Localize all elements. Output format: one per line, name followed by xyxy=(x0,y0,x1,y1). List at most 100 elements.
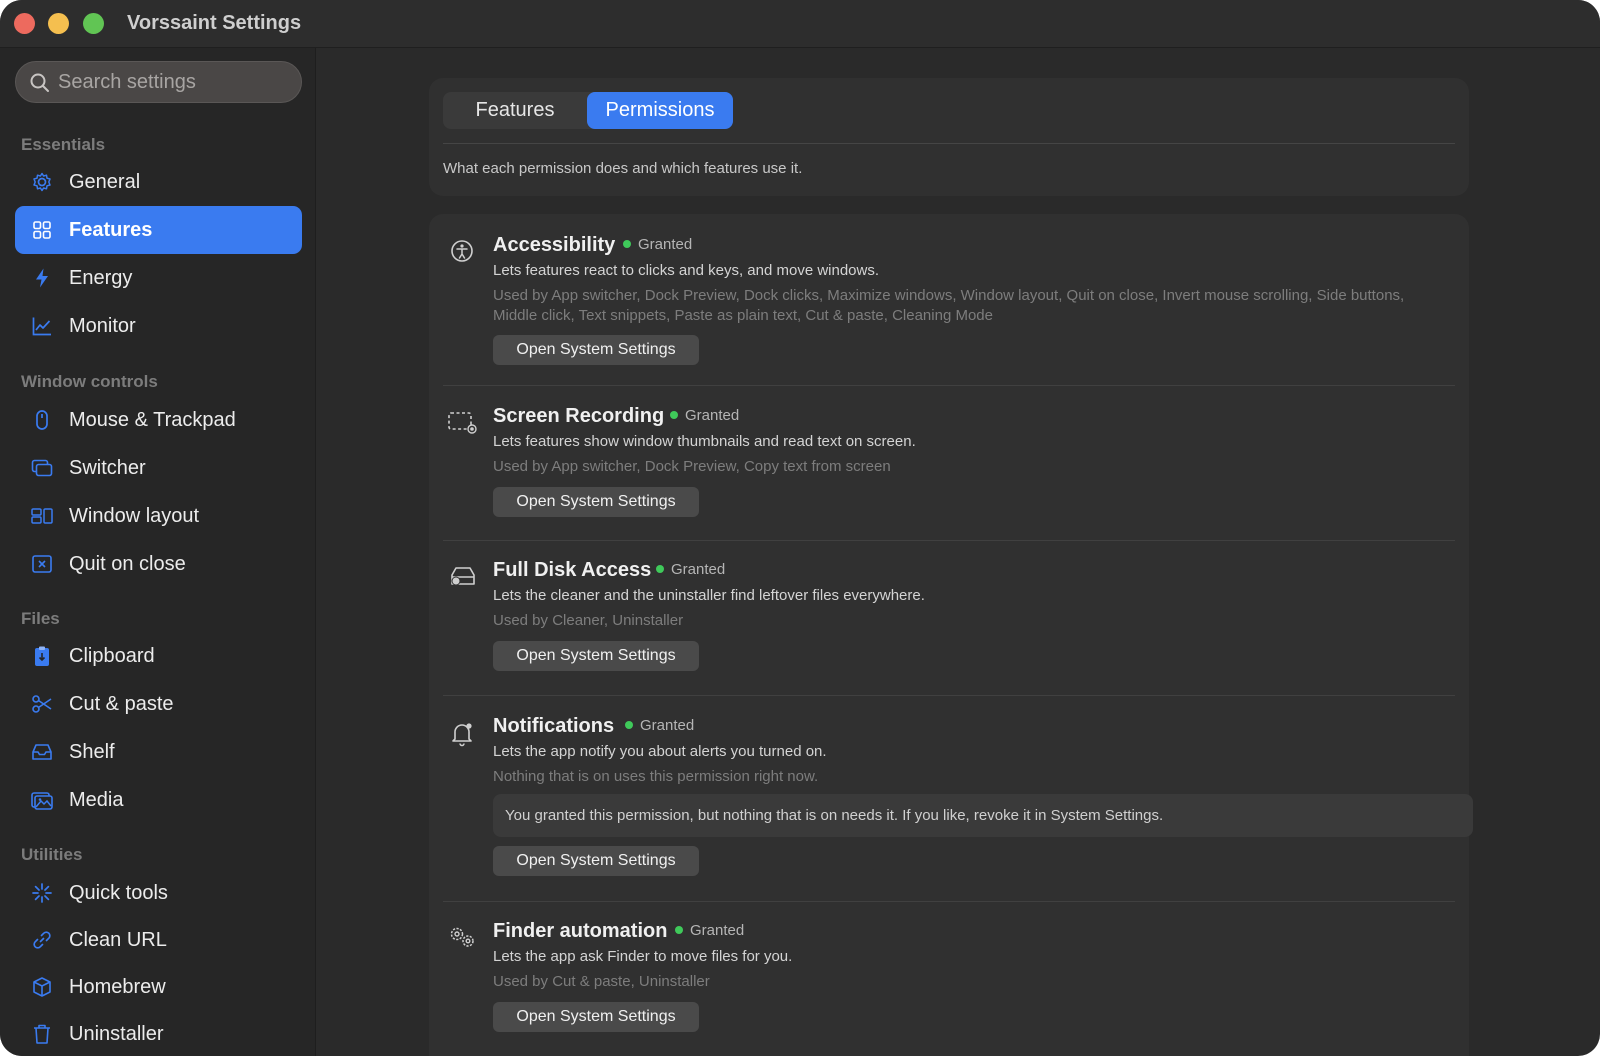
status-label: Granted xyxy=(638,236,693,253)
sidebar-item-window-layout[interactable]: Window layout xyxy=(15,492,302,540)
sidebar-item-label: Features xyxy=(69,219,153,241)
permission-description: Lets the app ask Finder to move files fo… xyxy=(493,948,793,965)
search-field[interactable] xyxy=(15,61,302,103)
window-title: Vorssaint Settings xyxy=(127,12,302,34)
sidebar-item-clipboard[interactable]: Clipboard xyxy=(15,632,302,680)
permission-description: Lets features react to clicks and keys, … xyxy=(493,262,880,279)
open-system-settings-button[interactable]: Open System Settings xyxy=(493,641,699,671)
sidebar-item-label: Clean URL xyxy=(69,929,167,951)
permission-title: Notifications xyxy=(493,715,615,737)
minimize-window-button[interactable] xyxy=(48,13,69,34)
sidebar-item-cut-paste[interactable]: Cut & paste xyxy=(15,680,302,728)
permission-description: Lets features show window thumbnails and… xyxy=(493,433,916,450)
sidebar-item-monitor[interactable]: Monitor xyxy=(15,302,302,350)
status-badge: Granted xyxy=(670,407,739,424)
gear-icon xyxy=(33,172,51,192)
search-input[interactable] xyxy=(58,62,294,102)
sidebar-item-mouse-trackpad[interactable]: Mouse & Trackpad xyxy=(15,396,302,444)
sidebar-item-homebrew[interactable]: Homebrew xyxy=(15,963,302,1011)
scissors-icon xyxy=(32,695,52,713)
section-label-utilities: Utilities xyxy=(21,845,83,864)
permission-used-by: Used by App switcher, Dock Preview, Copy… xyxy=(493,458,891,475)
status-badge: Granted xyxy=(656,561,725,578)
sidebar-item-media[interactable]: Media xyxy=(15,776,302,824)
status-label: Granted xyxy=(671,561,726,578)
sidebar-item-label: Window layout xyxy=(69,505,200,527)
sidebar-item-uninstaller[interactable]: Uninstaller xyxy=(15,1010,302,1056)
permission-title: Accessibility xyxy=(493,234,616,256)
bolt-icon xyxy=(36,268,48,288)
section-label-files: Files xyxy=(21,609,60,628)
zoom-window-button[interactable] xyxy=(83,13,104,34)
clipboard-icon xyxy=(35,646,49,666)
tab-permissions[interactable]: Permissions xyxy=(587,92,733,129)
sidebar-item-label: Cut & paste xyxy=(69,693,174,715)
status-label: Granted xyxy=(685,407,740,424)
sidebar-item-label: Switcher xyxy=(69,457,146,479)
chart-icon xyxy=(32,317,51,336)
disk-icon xyxy=(451,567,475,586)
close-window-button[interactable] xyxy=(14,13,35,34)
trash-icon xyxy=(34,1024,50,1044)
sidebar-item-quit-on-close[interactable]: Quit on close xyxy=(15,540,302,588)
permission-screen-recording: Screen Recording Granted Lets features s… xyxy=(443,386,1455,538)
sidebar-item-label: Quick tools xyxy=(69,882,168,904)
layout-icon xyxy=(31,508,53,524)
sidebar-item-energy[interactable]: Energy xyxy=(15,254,302,302)
sidebar-item-label: Energy xyxy=(69,267,133,289)
permission-used-by: Used by Cleaner, Uninstaller xyxy=(493,612,684,629)
status-dot xyxy=(625,721,633,729)
gears-icon xyxy=(450,927,474,947)
permissions-header-panel: Features Permissions What each permissio… xyxy=(429,78,1469,196)
main-content: Features Permissions What each permissio… xyxy=(317,48,1600,1056)
tab-segmented-control: Features Permissions xyxy=(443,92,733,129)
section-label-essentials: Essentials xyxy=(21,135,106,154)
unused-permission-notice: You granted this permission, but nothing… xyxy=(493,794,1473,837)
close-box-icon xyxy=(32,555,52,573)
title-bar: Vorssaint Settings xyxy=(0,0,1600,48)
status-badge: Granted xyxy=(625,717,694,734)
sidebar-item-label: Homebrew xyxy=(69,976,166,998)
open-system-settings-button[interactable]: Open System Settings xyxy=(493,1002,699,1032)
grid-icon xyxy=(33,221,51,239)
sidebar-item-features[interactable]: Features xyxy=(15,206,302,254)
status-label: Granted xyxy=(690,922,745,939)
windows-icon xyxy=(31,459,53,477)
photo-icon xyxy=(31,792,53,810)
sidebar-item-general[interactable]: General xyxy=(15,158,302,206)
permission-description: Lets the cleaner and the uninstaller fin… xyxy=(493,587,925,604)
sidebar-item-quick-tools[interactable]: Quick tools xyxy=(15,869,302,917)
sidebar-item-label: Mouse & Trackpad xyxy=(69,409,236,431)
screen-record-icon xyxy=(448,412,477,434)
permission-used-by: Nothing that is on uses this permission … xyxy=(493,768,819,785)
search-icon xyxy=(30,73,49,92)
permission-title: Finder automation xyxy=(493,920,668,942)
sidebar-item-clean-url[interactable]: Clean URL xyxy=(15,916,302,964)
status-dot xyxy=(670,411,678,419)
tab-features[interactable]: Features xyxy=(443,92,587,129)
settings-window: Vorssaint Settings Essentials General xyxy=(0,0,1600,1056)
status-badge: Granted xyxy=(623,236,692,253)
sidebar-item-shelf[interactable]: Shelf xyxy=(15,728,302,776)
tray-icon xyxy=(32,744,52,760)
sidebar-item-switcher[interactable]: Switcher xyxy=(15,444,302,492)
sidebar-item-label: Monitor xyxy=(69,315,136,337)
status-dot xyxy=(675,926,683,934)
status-dot xyxy=(656,565,664,573)
divider xyxy=(443,143,1455,144)
status-badge: Granted xyxy=(675,922,744,939)
open-system-settings-button[interactable]: Open System Settings xyxy=(493,335,699,365)
link-icon xyxy=(33,931,51,949)
permission-finder-automation: Finder automation Granted Lets the app a… xyxy=(443,902,1455,1056)
permissions-intro: What each permission does and which feat… xyxy=(443,160,803,177)
open-system-settings-button[interactable]: Open System Settings xyxy=(493,487,699,517)
open-system-settings-button[interactable]: Open System Settings xyxy=(493,846,699,876)
permission-accessibility: Accessibility Granted Lets features reac… xyxy=(443,214,1455,384)
sidebar-item-label: Media xyxy=(69,789,124,811)
permission-used-by: Used by Cut & paste, Uninstaller xyxy=(493,973,710,990)
status-label: Granted xyxy=(640,717,695,734)
sidebar: Essentials General Features Energy xyxy=(0,48,316,1056)
permissions-list-panel: Accessibility Granted Lets features reac… xyxy=(429,214,1473,1056)
bell-icon xyxy=(452,723,472,747)
sidebar-item-label: Shelf xyxy=(69,741,115,763)
